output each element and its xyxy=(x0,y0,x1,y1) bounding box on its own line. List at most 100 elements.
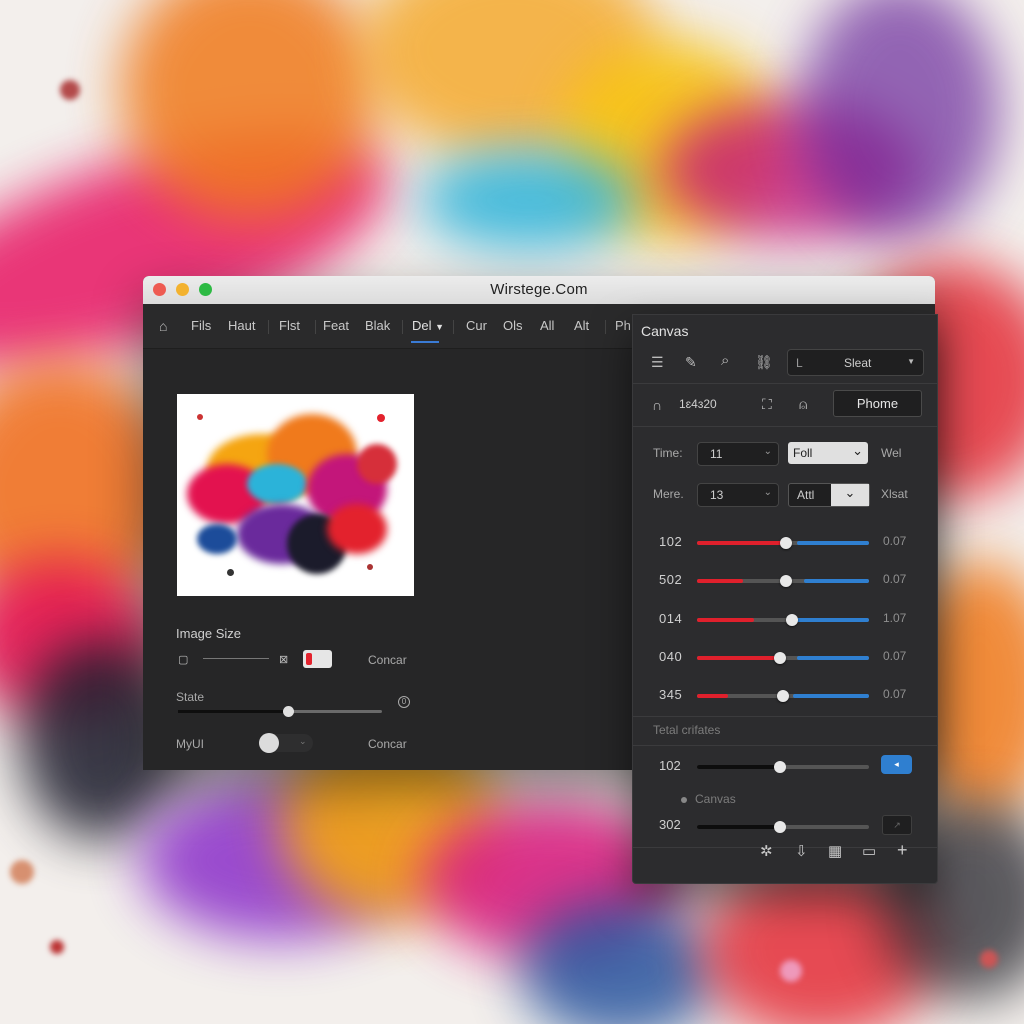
caret-down-icon: ▼ xyxy=(435,322,445,332)
image-size-action[interactable]: Concar xyxy=(368,653,407,667)
slider-row[interactable]: 014 1.07 xyxy=(633,608,937,630)
slider-row[interactable]: 102 0.07 xyxy=(633,531,937,553)
toggle-switch[interactable]: ◂ xyxy=(881,755,912,774)
foll-select[interactable]: Foll ⌄ xyxy=(788,442,868,464)
headphones-icon[interactable]: ∩ xyxy=(652,397,662,413)
add-icon[interactable]: + xyxy=(897,840,908,861)
slider-red-fill xyxy=(697,618,754,622)
caret-down-icon: ▼ xyxy=(907,357,915,366)
menu-item-cur[interactable]: Cur xyxy=(466,318,487,333)
panel-divider xyxy=(633,716,937,717)
home-icon[interactable]: ⌂ xyxy=(159,319,173,333)
expand-icon[interactable]: ↗ xyxy=(882,815,912,835)
slider-red-fill xyxy=(697,541,787,545)
time-suffix: Wel xyxy=(881,446,902,460)
section-label: Tetal crifates xyxy=(653,723,721,737)
state-slider[interactable] xyxy=(178,706,382,717)
slider-row[interactable]: 502 0.07 xyxy=(633,569,937,591)
foll-select-value: Foll xyxy=(793,446,813,460)
download-icon[interactable]: ⇩ xyxy=(795,842,808,860)
bottom-slider-knob[interactable] xyxy=(773,821,786,833)
menu-item-alt[interactable]: Alt xyxy=(574,318,589,333)
card-icon[interactable]: ▭ xyxy=(862,842,876,860)
calendar-icon[interactable]: ▦ xyxy=(828,842,842,860)
slider-red-fill xyxy=(697,656,780,660)
user-icon[interactable]: ⍝ xyxy=(799,396,807,412)
state-slider-fill xyxy=(178,710,288,713)
menu-item-flst[interactable]: Flst xyxy=(279,318,300,333)
bottom-slider-track[interactable] xyxy=(697,761,869,773)
slider-track[interactable] xyxy=(697,614,869,626)
state-slider-knob[interactable] xyxy=(283,706,294,717)
menu-item-del[interactable]: Del ▼ xyxy=(412,318,444,333)
pencil-icon[interactable]: ✎ xyxy=(685,354,697,370)
bottom-slider-label: 102 xyxy=(659,758,681,773)
time-label: Time: xyxy=(653,446,683,460)
settings-icon[interactable]: ✲ xyxy=(760,842,773,860)
slider-value: 0.07 xyxy=(883,534,907,548)
menu-item-ph[interactable]: Ph xyxy=(615,318,631,333)
bottom-slider-track[interactable] xyxy=(697,821,869,833)
menu-divider xyxy=(453,320,454,334)
color-swatch[interactable] xyxy=(303,650,332,668)
slider-knob[interactable] xyxy=(773,652,786,664)
slider-row[interactable]: 040 0.07 xyxy=(633,646,937,668)
time-select[interactable]: 11 ⌄ xyxy=(697,442,779,466)
mere-select-value: 13 xyxy=(710,488,724,502)
slider-row[interactable]: 345 0.07 xyxy=(633,684,937,706)
crop-icon[interactable]: ⛶ xyxy=(762,396,772,412)
info-icon[interactable]: 0 xyxy=(398,696,410,708)
slider-knob[interactable] xyxy=(785,614,798,626)
phome-button[interactable]: Phome xyxy=(833,390,922,417)
link-icon[interactable]: ⛓ xyxy=(755,354,773,370)
menu-item-feat[interactable]: Feat xyxy=(323,318,349,333)
preset-dropdown[interactable]: L Sleat ▼ xyxy=(787,349,924,376)
menu-item-all[interactable]: All xyxy=(540,318,554,333)
slider-label: 014 xyxy=(659,611,683,626)
menu-divider xyxy=(268,320,269,334)
image-preview[interactable] xyxy=(177,394,414,596)
image-size-label: Image Size xyxy=(176,626,242,641)
mere-select[interactable]: 13 ⌄ xyxy=(697,483,779,507)
slider-knob[interactable] xyxy=(780,575,793,587)
search-icon[interactable]: ⌕ xyxy=(721,353,729,369)
canvas-radio[interactable] xyxy=(681,797,687,803)
slider-label: 040 xyxy=(659,649,683,664)
slider-value: 0.07 xyxy=(883,687,907,701)
size-link-arrow xyxy=(203,658,269,659)
menu-divider xyxy=(605,320,606,334)
slider-track[interactable] xyxy=(697,690,869,702)
lock-icon[interactable]: ▢ xyxy=(178,652,188,668)
slider-value: 0.07 xyxy=(883,649,907,663)
menu-item-del-label: Del xyxy=(412,318,432,333)
bottom-slider-knob[interactable] xyxy=(773,761,786,773)
canvas-label: Canvas xyxy=(695,792,736,806)
chevron-down-icon: ⌄ xyxy=(852,443,863,458)
slider-track[interactable] xyxy=(697,575,869,587)
slider-red-fill xyxy=(697,694,728,698)
resize-icon[interactable]: ⊠ xyxy=(279,652,288,668)
myui-action[interactable]: Concar xyxy=(368,737,407,751)
menu-item-haut[interactable]: Haut xyxy=(228,318,255,333)
slider-blue-fill xyxy=(791,618,869,622)
slider-track[interactable] xyxy=(697,537,869,549)
bottom-slider-fill xyxy=(697,765,780,769)
slider-knob[interactable] xyxy=(777,690,789,702)
myui-toggle[interactable]: ⌄ xyxy=(259,733,313,753)
slider-knob[interactable] xyxy=(780,537,793,549)
menu-item-fils[interactable]: Fils xyxy=(191,318,211,333)
slider-value: 1.07 xyxy=(883,611,907,625)
menu-item-ols[interactable]: Ols xyxy=(503,318,523,333)
slider-blue-fill xyxy=(793,694,869,698)
panel-divider xyxy=(633,745,937,746)
attl-select[interactable]: Attl ⌄ xyxy=(788,483,870,507)
panel-divider xyxy=(633,426,937,427)
slider-red-fill xyxy=(697,579,744,583)
slider-label: 502 xyxy=(659,572,683,587)
slider-track[interactable] xyxy=(697,652,869,664)
chevron-down-icon: ⌄ xyxy=(763,487,772,498)
bottom-slider-label: 302 xyxy=(659,817,681,832)
layers-icon[interactable]: ☰ xyxy=(651,354,664,370)
chevron-down-icon: ⌄ xyxy=(763,446,772,457)
menu-item-blak[interactable]: Blak xyxy=(365,318,390,333)
